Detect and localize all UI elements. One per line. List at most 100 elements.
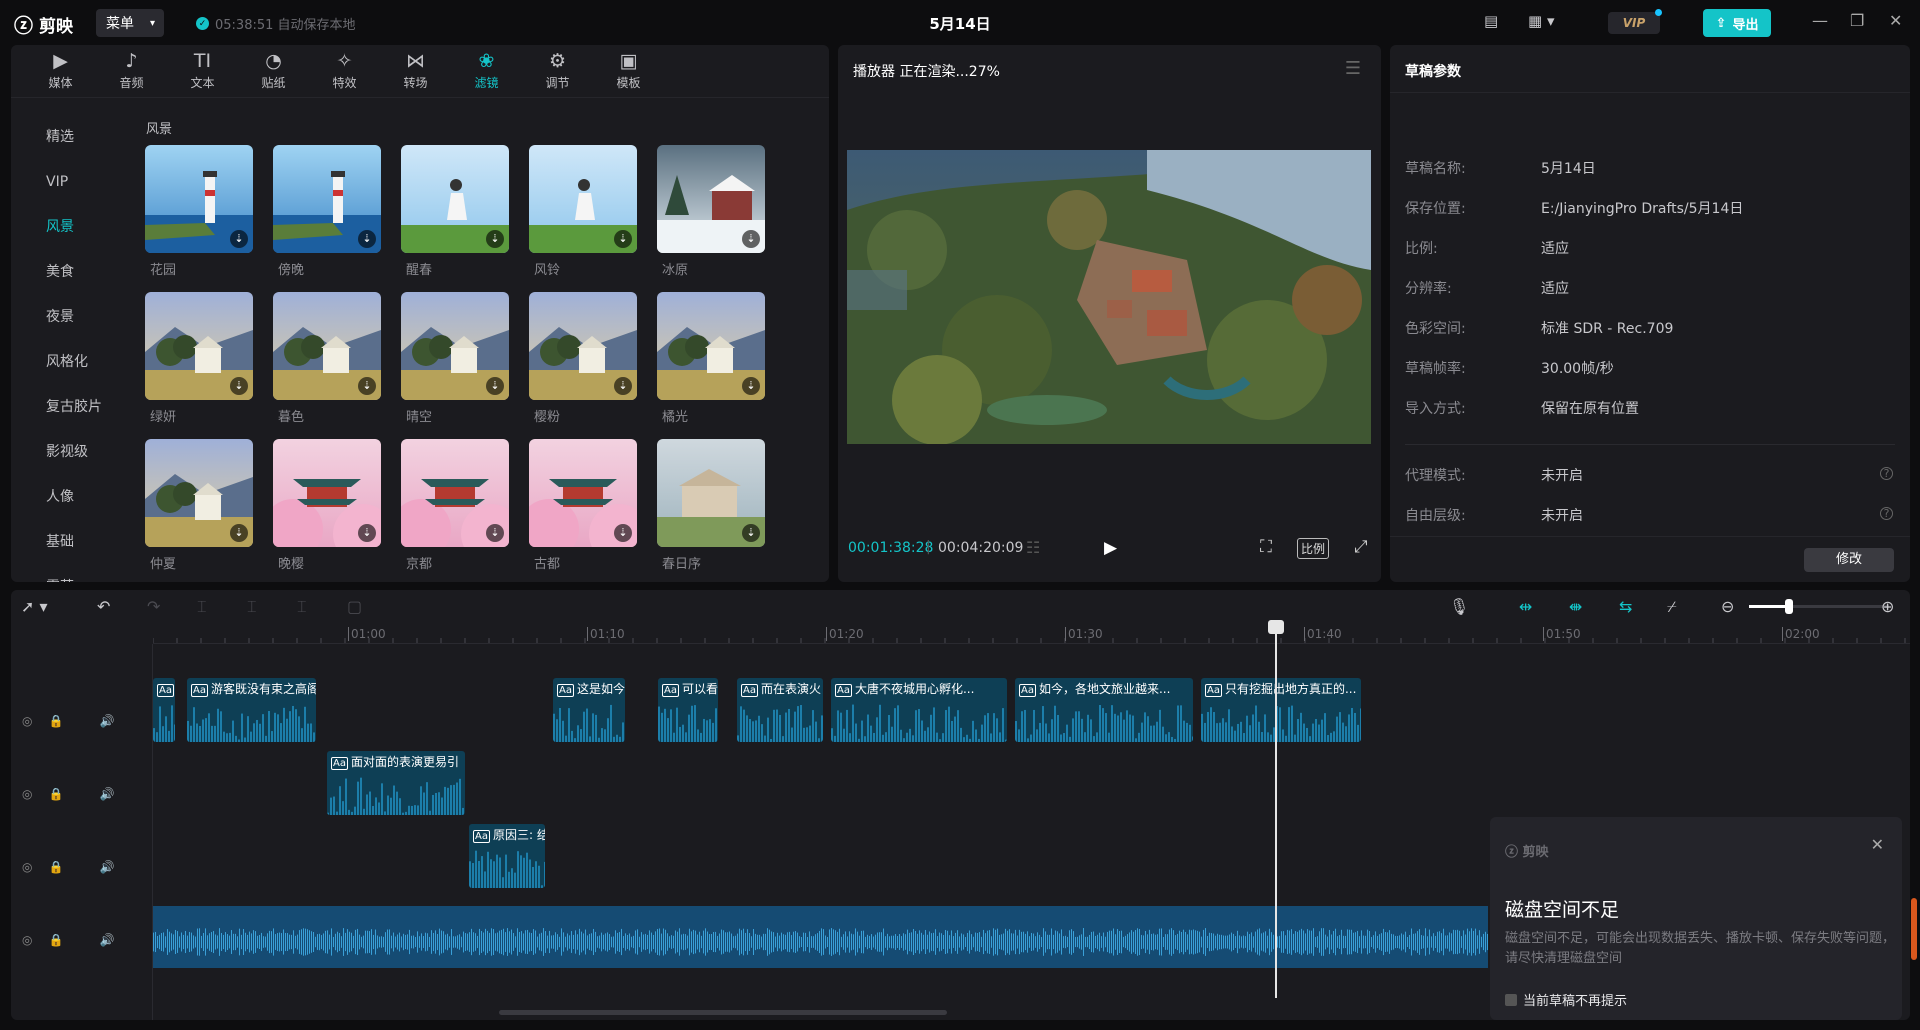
download-icon[interactable]: ⇣ bbox=[742, 377, 760, 395]
tab-filter[interactable]: ❀ 滤镜 bbox=[451, 45, 522, 97]
download-icon[interactable]: ⇣ bbox=[486, 230, 504, 248]
horizontal-scrollbar[interactable] bbox=[499, 1010, 947, 1015]
link-icon[interactable]: ⇆ bbox=[1619, 597, 1632, 616]
tab-text[interactable]: TI 文本 bbox=[167, 45, 238, 97]
playhead-handle[interactable] bbox=[1268, 620, 1284, 634]
minimize-icon[interactable]: — bbox=[1812, 11, 1828, 30]
tab-template[interactable]: ▣ 模板 bbox=[593, 45, 664, 97]
filter-thumbnail[interactable]: ⇣ bbox=[657, 145, 765, 253]
text-clip[interactable]: Aa 可以看 bbox=[658, 678, 718, 742]
link-main-icon[interactable]: ⇹ bbox=[1519, 597, 1532, 616]
tab-adjust[interactable]: ⚙ 调节 bbox=[522, 45, 593, 97]
filter-item[interactable]: ⇣ 橘光 bbox=[657, 292, 765, 432]
category-item[interactable]: VIP bbox=[11, 160, 129, 205]
text-clip[interactable]: Aa 原因三: 结 bbox=[469, 824, 545, 888]
playhead[interactable] bbox=[1275, 628, 1277, 998]
text-clip[interactable]: Aa 如今，各地文旅业越来... bbox=[1015, 678, 1193, 742]
category-item[interactable]: 基础 bbox=[11, 520, 129, 565]
split-icon[interactable]: ⌶ bbox=[197, 597, 207, 617]
ratio-button[interactable]: 比例 bbox=[1297, 538, 1330, 559]
close-icon[interactable]: ✕ bbox=[1889, 11, 1902, 30]
category-item[interactable]: 夜景 bbox=[11, 295, 129, 340]
tab-media[interactable]: ▶ 媒体 bbox=[25, 45, 96, 97]
filter-thumbnail[interactable]: ⇣ bbox=[273, 145, 381, 253]
filter-thumbnail[interactable]: ⇣ bbox=[529, 292, 637, 400]
download-icon[interactable]: ⇣ bbox=[614, 524, 632, 542]
download-icon[interactable]: ⇣ bbox=[358, 524, 376, 542]
split-right-icon[interactable]: ⌶ bbox=[297, 597, 307, 617]
category-item[interactable]: 复古胶片 bbox=[11, 385, 129, 430]
download-icon[interactable]: ⇣ bbox=[742, 524, 760, 542]
vip-badge[interactable]: VIP bbox=[1608, 12, 1660, 34]
download-icon[interactable]: ⇣ bbox=[230, 377, 248, 395]
menu-button[interactable]: 菜单 ▾ bbox=[96, 9, 164, 37]
close-icon[interactable]: ✕ bbox=[1871, 835, 1884, 854]
tab-audio[interactable]: ♪ 音频 bbox=[96, 45, 167, 97]
filter-thumbnail[interactable]: ⇣ bbox=[657, 439, 765, 547]
category-item[interactable]: 露营 bbox=[11, 565, 129, 582]
tab-sticker[interactable]: ◔ 贴纸 bbox=[238, 45, 309, 97]
filter-item[interactable]: ⇣ 花园 bbox=[145, 145, 253, 285]
category-item[interactable]: 风格化 bbox=[11, 340, 129, 385]
bgm-audio-clip[interactable] bbox=[153, 906, 1488, 968]
zoom-out-icon[interactable]: ⊖ bbox=[1721, 597, 1734, 616]
lock-icon[interactable]: 🔒 bbox=[48, 787, 63, 801]
volume-icon[interactable]: 🔊 bbox=[99, 933, 114, 947]
delete-icon[interactable]: ▢ bbox=[347, 597, 362, 616]
filter-item[interactable]: ⇣ 樱粉 bbox=[529, 292, 637, 432]
tab-effects[interactable]: ✧ 特效 bbox=[309, 45, 380, 97]
filter-item[interactable]: ⇣ 晴空 bbox=[401, 292, 509, 432]
zoom-slider-handle[interactable] bbox=[1785, 599, 1793, 614]
volume-icon[interactable]: 🔊 bbox=[99, 787, 114, 801]
lock-icon[interactable]: 🔒 bbox=[48, 933, 63, 947]
filter-item[interactable]: ⇣ 晚樱 bbox=[273, 439, 381, 579]
filter-thumbnail[interactable]: ⇣ bbox=[401, 145, 509, 253]
filter-thumbnail[interactable]: ⇣ bbox=[145, 292, 253, 400]
filter-item[interactable]: ⇣ 醒春 bbox=[401, 145, 509, 285]
zoom-slider-track[interactable] bbox=[1789, 605, 1889, 608]
screenshot-icon[interactable]: ⛶ bbox=[1260, 537, 1272, 557]
category-item[interactable]: 精选 bbox=[11, 115, 129, 160]
filter-thumbnail[interactable]: ⇣ bbox=[657, 292, 765, 400]
text-clip[interactable]: Aa不 bbox=[153, 678, 175, 742]
filter-item[interactable]: ⇣ 暮色 bbox=[273, 292, 381, 432]
preview-axis-icon[interactable]: ⌿ bbox=[1667, 597, 1677, 617]
mute-track-icon[interactable]: ◎ bbox=[22, 933, 32, 947]
play-icon[interactable]: ▶ bbox=[1104, 538, 1117, 558]
filter-item[interactable]: ⇣ 春日序 bbox=[657, 439, 765, 579]
download-icon[interactable]: ⇣ bbox=[358, 377, 376, 395]
lock-icon[interactable]: 🔒 bbox=[48, 860, 63, 874]
filter-thumbnail[interactable]: ⇣ bbox=[145, 145, 253, 253]
download-icon[interactable]: ⇣ bbox=[614, 230, 632, 248]
video-preview[interactable] bbox=[847, 150, 1371, 444]
volume-icon[interactable]: 🔊 bbox=[99, 714, 114, 728]
filter-thumbnail[interactable]: ⇣ bbox=[401, 292, 509, 400]
time-ruler[interactable]: 01:00 01:10 01:20 01:30 01:40 01:50 02:00 bbox=[153, 622, 1910, 644]
download-icon[interactable]: ⇣ bbox=[486, 524, 504, 542]
mute-track-icon[interactable]: ◎ bbox=[22, 787, 32, 801]
filter-thumbnail[interactable]: ⇣ bbox=[273, 292, 381, 400]
download-icon[interactable]: ⇣ bbox=[486, 377, 504, 395]
lock-icon[interactable]: 🔒 bbox=[48, 714, 63, 728]
tab-transition[interactable]: ⋈ 转场 bbox=[380, 45, 451, 97]
category-item[interactable]: 风景 bbox=[11, 205, 129, 250]
mute-track-icon[interactable]: ◎ bbox=[22, 860, 32, 874]
download-icon[interactable]: ⇣ bbox=[230, 230, 248, 248]
download-icon[interactable]: ⇣ bbox=[614, 377, 632, 395]
text-clip[interactable]: Aa 游客既没有束之高阁 bbox=[187, 678, 316, 742]
text-clip[interactable]: Aa 面对面的表演更易引 bbox=[327, 751, 465, 815]
window-scroll-indicator[interactable] bbox=[1911, 898, 1917, 960]
download-icon[interactable]: ⇣ bbox=[230, 524, 248, 542]
layout-icon[interactable]: ▦ ▾ bbox=[1528, 12, 1554, 30]
subtitle-icon[interactable]: ▤ bbox=[1484, 12, 1498, 30]
dont-remind-checkbox[interactable]: 当前草稿不再提示 bbox=[1505, 990, 1627, 1009]
export-button[interactable]: ⇪ 导出 bbox=[1703, 9, 1771, 37]
text-clip[interactable]: Aa 只有挖掘出地方真正的... bbox=[1201, 678, 1361, 742]
filter-item[interactable]: ⇣ 傍晚 bbox=[273, 145, 381, 285]
checkbox-box[interactable] bbox=[1505, 993, 1517, 1006]
microphone-icon[interactable]: 🎙 bbox=[1449, 597, 1469, 616]
redo-icon[interactable]: ↷ bbox=[147, 597, 160, 616]
filter-thumbnail[interactable]: ⇣ bbox=[145, 439, 253, 547]
category-item[interactable]: 人像 bbox=[11, 475, 129, 520]
filter-thumbnail[interactable]: ⇣ bbox=[401, 439, 509, 547]
